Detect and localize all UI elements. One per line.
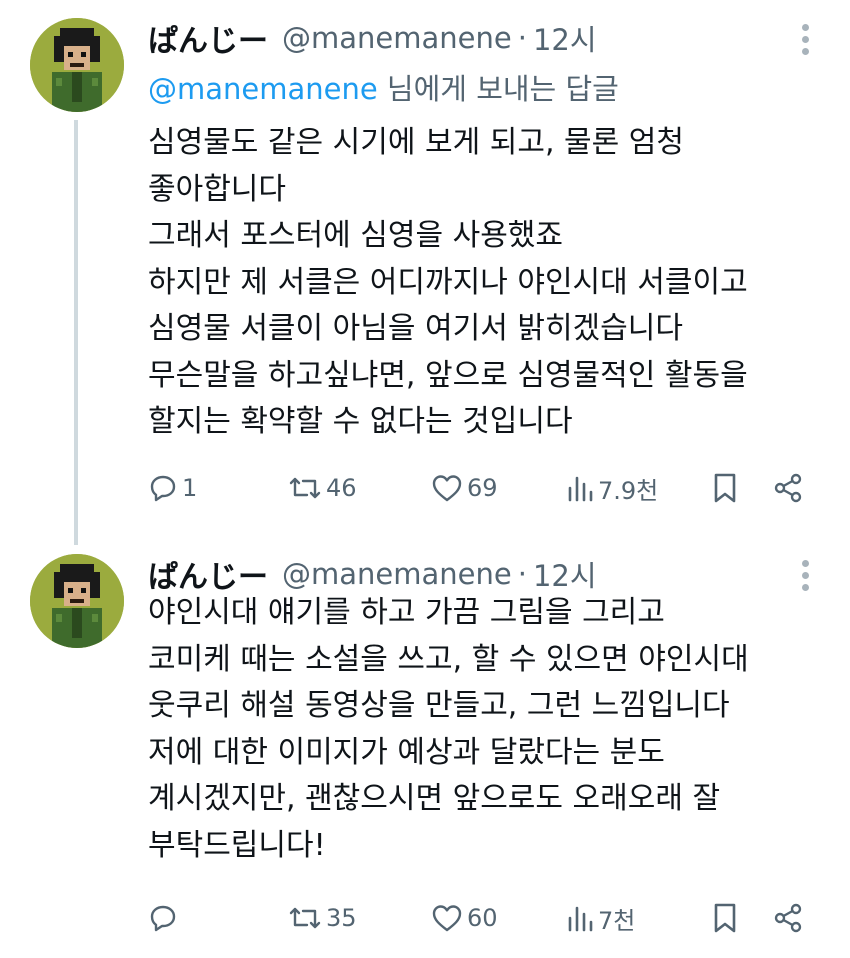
share-button[interactable]	[772, 898, 804, 938]
reply-mention-link[interactable]: @manemanene	[148, 72, 378, 106]
tweet-text-line: 좋아합니다	[148, 171, 286, 207]
retweet-button[interactable]: 35	[288, 898, 357, 938]
tweet-actions: 35 60 7천	[148, 898, 818, 938]
tweet-text-line: 그래서 포스터에 심영을 사용했죠	[148, 218, 564, 253]
bookmark-button[interactable]	[710, 898, 740, 938]
tweet-time[interactable]: 12시	[533, 553, 597, 595]
views-count: 7천	[598, 906, 636, 935]
avatar-pixel-character-image	[30, 18, 124, 112]
tweet-text-line: 할지는 확약할 수 없다는 것입니다	[148, 404, 573, 439]
views-count: 7.9천	[598, 476, 659, 505]
avatar[interactable]	[30, 554, 124, 648]
tweet-1[interactable]: ぱんじー @manemanene · 12시 @manemanene 님에게 보…	[0, 0, 850, 545]
retweet-button[interactable]: 46	[288, 468, 357, 508]
tweet-text-line: 하지만 제 서클은 어디까지나 야인시대 서클이고	[148, 264, 748, 300]
share-icon	[774, 903, 802, 933]
bookmark-icon	[714, 903, 736, 933]
tweet-text-line: 무슨말을 하고싶냐면, 앞으로 심영물적인 활동을	[148, 357, 748, 393]
author-name[interactable]: ぱんじー	[148, 16, 268, 60]
tweet-header: ぱんじー @manemanene · 12시	[148, 16, 597, 60]
retweet-count: 35	[326, 904, 357, 932]
tweet-text-line: 코미케 때는 소설을 쓰고, 할 수 있으면 야인시대	[148, 641, 749, 677]
thread-connector-line	[74, 120, 78, 545]
views-button[interactable]: 7천	[566, 898, 635, 938]
retweet-count: 46	[326, 474, 357, 502]
like-count: 69	[467, 474, 498, 502]
share-icon	[774, 473, 802, 503]
share-button[interactable]	[772, 468, 804, 508]
more-icon[interactable]	[802, 24, 810, 60]
retweet-icon	[289, 477, 321, 499]
reply-button[interactable]	[148, 898, 182, 938]
retweet-icon	[289, 907, 321, 929]
separator-dot: ·	[517, 21, 527, 55]
like-button[interactable]: 60	[431, 898, 498, 938]
author-handle[interactable]: @manemanene	[282, 557, 512, 591]
reply-suffix: 님에게 보내는 답글	[377, 72, 619, 106]
reply-icon	[150, 905, 176, 932]
separator-dot: ·	[517, 557, 527, 591]
tweet-2[interactable]: ぱんじー @manemanene · 12시 야인시대 얘기를 하고 가끔 그림…	[0, 540, 850, 958]
tweet-time[interactable]: 12시	[533, 17, 597, 59]
tweet-text-line: 야인시대 얘기를 하고 가끔 그림을 그리고	[148, 595, 665, 630]
tweet-actions: 1 46 69 7.9천	[148, 468, 818, 508]
tweet-text-line: 웃쿠리 해설 동영상을 만들고, 그런 느낌입니다	[148, 688, 730, 723]
author-handle[interactable]: @manemanene	[282, 21, 512, 55]
views-icon	[568, 476, 593, 502]
like-count: 60	[467, 904, 498, 932]
tweet-text: 심영물도 같은 시기에 보게 되고, 물론 엄청 좋아합니다 그래서 포스터에 …	[148, 120, 838, 446]
reply-button[interactable]: 1	[148, 468, 197, 508]
tweet-text-line: 심영물 서클이 아님을 여기서 밝히겠습니다	[148, 311, 683, 346]
reply-icon	[150, 475, 176, 502]
replying-to: @manemanene 님에게 보내는 답글	[148, 66, 619, 108]
views-button[interactable]: 7.9천	[566, 468, 658, 508]
like-button[interactable]: 69	[431, 468, 498, 508]
avatar-pixel-character-image	[30, 554, 124, 648]
tweet-text-line: 저에 대한 이미지가 예상과 달랐다는 분도	[148, 734, 665, 770]
bookmark-icon	[714, 473, 736, 503]
reply-count: 1	[182, 474, 198, 502]
tweet-text-line: 부탁드립니다!	[148, 827, 326, 863]
tweet-text-line: 계시겠지만, 괜찮으시면 앞으로도 오래오래 잘	[148, 781, 721, 816]
bookmark-button[interactable]	[710, 468, 740, 508]
tweet-header: ぱんじー @manemanene · 12시	[148, 553, 597, 595]
heart-icon	[432, 475, 462, 502]
heart-icon	[432, 905, 462, 932]
tweet-text: 야인시대 얘기를 하고 가끔 그림을 그리고 코미케 때는 소설을 쓰고, 할 …	[148, 590, 838, 869]
views-icon	[568, 906, 593, 932]
tweet-text-line: 심영물도 같은 시기에 보게 되고, 물론 엄청	[148, 125, 684, 160]
avatar[interactable]	[30, 18, 124, 112]
